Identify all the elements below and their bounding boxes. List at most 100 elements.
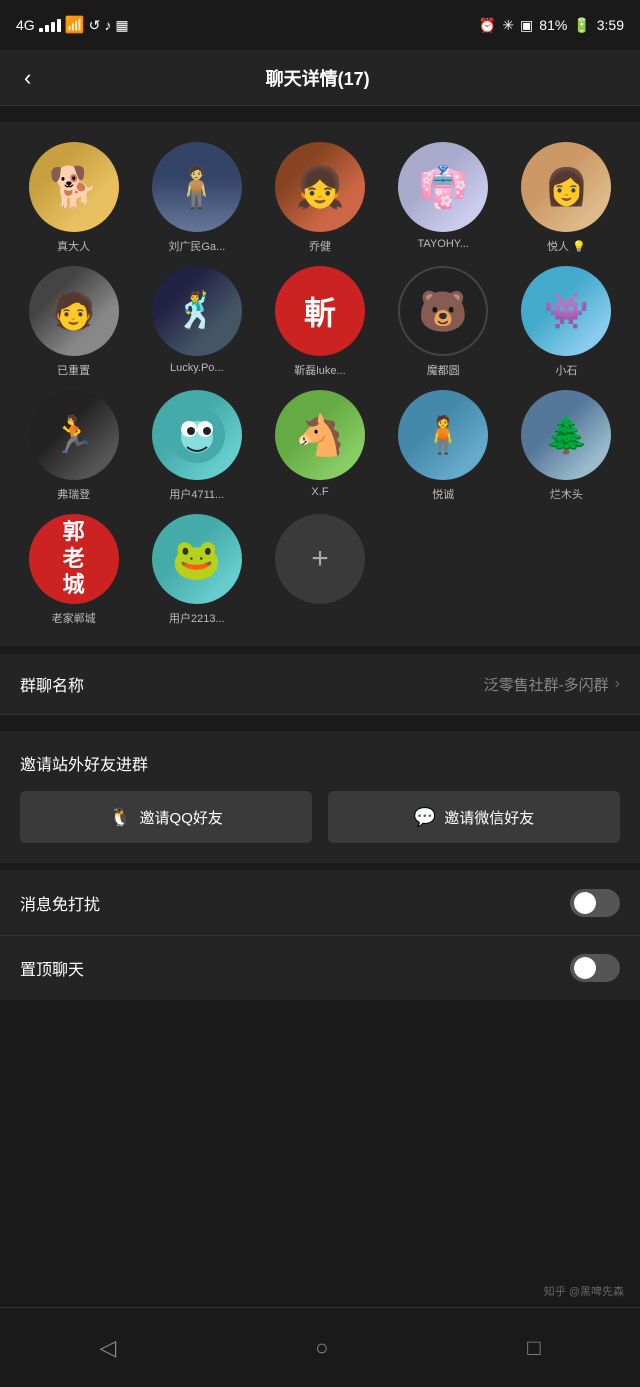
invite-qq-button[interactable]: 🐧 邀请QQ好友 — [20, 791, 312, 843]
member-item[interactable]: 🐸 用户2213... — [139, 514, 254, 626]
avatar: 👘 — [398, 142, 488, 232]
pin-chat-toggle[interactable] — [570, 954, 620, 982]
member-name: 靳磊luke... — [294, 362, 345, 378]
recents-nav-button[interactable]: □ — [507, 1327, 560, 1369]
battery-icon: 🔋 — [573, 17, 590, 34]
invite-wechat-label: 邀请微信好友 — [444, 807, 534, 828]
member-name: 乔健 — [309, 238, 331, 254]
signal-bars — [39, 19, 61, 32]
qq-icon: 🐧 — [109, 807, 131, 828]
invite-qq-label: 邀请QQ好友 — [140, 807, 223, 828]
avatar: 🧍 — [398, 390, 488, 480]
member-item[interactable]: 🕺 Lucky.Po... — [139, 266, 254, 378]
signal-text: 4G — [16, 17, 35, 33]
avatar — [152, 390, 242, 480]
avatar: 👩 — [521, 142, 611, 232]
member-item[interactable]: 斬 靳磊luke... — [262, 266, 377, 378]
member-name: X.F — [311, 486, 328, 498]
group-name-text: 泛零售社群-多闪群 — [484, 674, 609, 695]
invite-title: 邀请站外好友进群 — [20, 751, 620, 775]
back-nav-button[interactable]: ◁ — [79, 1327, 136, 1369]
member-item[interactable]: 🧍 悦诚 — [386, 390, 501, 502]
bluetooth-icon: ✳ — [502, 17, 514, 34]
group-name-row[interactable]: 群聊名称 泛零售社群-多闪群 › — [0, 654, 640, 715]
member-name: 真大人 — [57, 238, 90, 254]
avatar: 🐴 — [275, 390, 365, 480]
battery-text: 81% — [539, 17, 567, 33]
watermark: 知乎 @黑啤先森 — [544, 1283, 624, 1299]
member-name: 老家郸城 — [52, 610, 96, 626]
status-bar: 4G 📶 ↺ ♪ ▦ ⏰ ✳ ▣ 81% 🔋 3:59 — [0, 0, 640, 50]
tiktok-icon: ♪ — [104, 17, 111, 33]
avatar: 👾 — [521, 266, 611, 356]
member-item[interactable]: 👾 小石 — [509, 266, 624, 378]
member-item[interactable]: 🏃 弗瑞登 — [16, 390, 131, 502]
bottom-spacer — [0, 1000, 640, 1100]
time-display: 3:59 — [597, 17, 624, 33]
invite-wechat-button[interactable]: 💬 邀请微信好友 — [328, 791, 620, 843]
member-item[interactable]: 👩 悦人 💡 — [509, 142, 624, 254]
settings-section: 群聊名称 泛零售社群-多闪群 › — [0, 654, 640, 715]
back-button[interactable]: ‹ — [16, 57, 39, 99]
avatar: 🐻 — [398, 266, 488, 356]
member-item[interactable]: 🧑 已重置 — [16, 266, 131, 378]
member-item[interactable]: 🌲 烂木头 — [509, 390, 624, 502]
clock-icon: ⏰ — [479, 17, 496, 34]
member-item[interactable]: 👘 TAYOHY... — [386, 142, 501, 254]
toggle-settings-section: 消息免打扰 置顶聊天 — [0, 871, 640, 1000]
avatar: 🌲 — [521, 390, 611, 480]
member-name: 魔都圆 — [427, 362, 460, 378]
member-name: TAYOHY... — [418, 238, 469, 250]
add-member-item[interactable]: + — [262, 514, 377, 626]
invite-buttons: 🐧 邀请QQ好友 💬 邀请微信好友 — [20, 791, 620, 843]
avatar: 🕺 — [152, 266, 242, 356]
group-name-label: 群聊名称 — [20, 672, 84, 696]
member-item[interactable]: 🐴 X.F — [262, 390, 377, 502]
members-section: 🐕 真大人 🧍 刘广民Ga... 👧 乔健 👘 TAYOHY... 👩 — [0, 122, 640, 646]
home-nav-icon: ○ — [315, 1335, 328, 1361]
invite-section: 邀请站外好友进群 🐧 邀请QQ好友 💬 邀请微信好友 — [0, 731, 640, 863]
member-item[interactable]: 用户4711... — [139, 390, 254, 502]
avatar: 郭老城 — [29, 514, 119, 604]
do-not-disturb-row: 消息免打扰 — [0, 871, 640, 936]
sync-icon: ↺ — [89, 17, 101, 34]
member-name: 用户2213... — [169, 610, 225, 626]
member-item[interactable]: 🐻 魔都圆 — [386, 266, 501, 378]
member-item[interactable]: 🐕 真大人 — [16, 142, 131, 254]
bottom-navigation: ◁ ○ □ — [0, 1307, 640, 1387]
avatar: 🏃 — [29, 390, 119, 480]
page-title: 聊天详情(17) — [51, 65, 584, 91]
back-nav-icon: ◁ — [99, 1335, 116, 1361]
avatar: 👧 — [275, 142, 365, 232]
home-nav-button[interactable]: ○ — [295, 1327, 348, 1369]
chevron-right-icon: › — [615, 675, 620, 693]
avatar: 🐸 — [152, 514, 242, 604]
middle-divider-2 — [0, 715, 640, 723]
toggle-thumb — [574, 892, 596, 914]
member-item[interactable]: 👧 乔健 — [262, 142, 377, 254]
group-name-value: 泛零售社群-多闪群 › — [484, 674, 620, 695]
member-name: 悦人 💡 — [547, 238, 586, 254]
wechat-icon: 💬 — [414, 807, 436, 828]
member-item[interactable]: 🧍 刘广民Ga... — [139, 142, 254, 254]
member-item[interactable]: 郭老城 老家郸城 — [16, 514, 131, 626]
do-not-disturb-toggle[interactable] — [570, 889, 620, 917]
member-name: 用户4711... — [169, 486, 224, 502]
recents-nav-icon: □ — [527, 1335, 540, 1361]
member-name: 已重置 — [57, 362, 90, 378]
avatar: 斬 — [275, 266, 365, 356]
status-right: ⏰ ✳ ▣ 81% 🔋 3:59 — [479, 17, 624, 34]
members-grid: 🐕 真大人 🧍 刘广民Ga... 👧 乔健 👘 TAYOHY... 👩 — [16, 142, 624, 626]
toggle-thumb — [574, 957, 596, 979]
app-icon: ▦ — [115, 17, 128, 34]
pin-chat-row: 置顶聊天 — [0, 936, 640, 1000]
member-name: 弗瑞登 — [57, 486, 90, 502]
middle-divider-1 — [0, 646, 640, 654]
member-name: 悦诚 — [432, 486, 454, 502]
nfc-icon: ▣ — [520, 17, 533, 34]
header: ‹ 聊天详情(17) — [0, 50, 640, 106]
add-member-button[interactable]: + — [275, 514, 365, 604]
status-left: 4G 📶 ↺ ♪ ▦ — [16, 15, 129, 35]
middle-divider-3 — [0, 863, 640, 871]
member-name: Lucky.Po... — [170, 362, 224, 374]
